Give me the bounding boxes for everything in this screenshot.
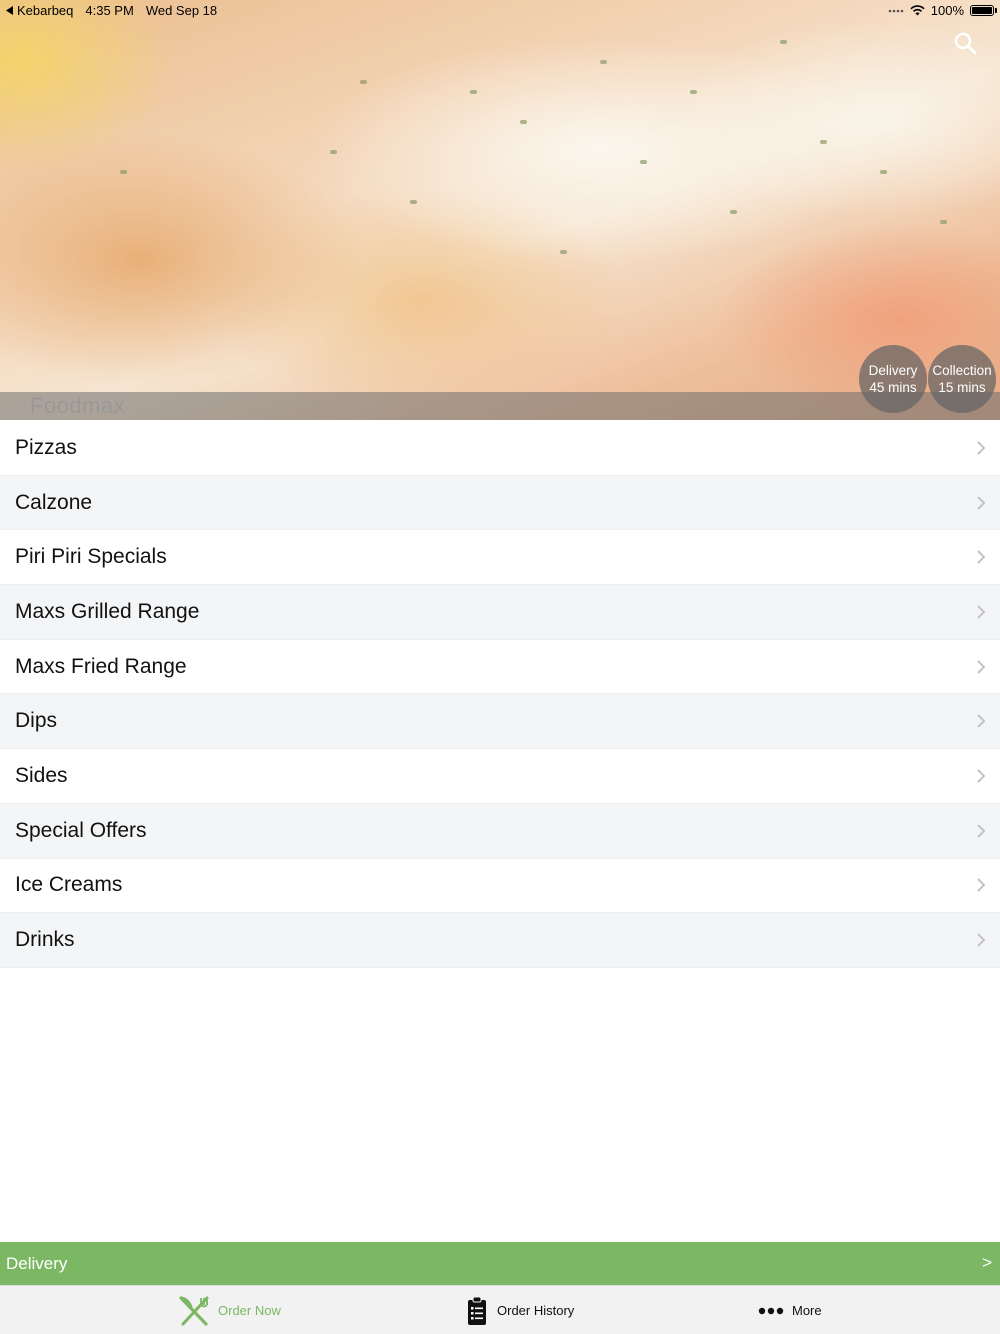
chevron-right-icon <box>977 933 986 947</box>
tab-order-history-label: Order History <box>497 1303 575 1318</box>
status-date: Wed Sep 18 <box>145 3 218 18</box>
chevron-right-icon <box>977 605 986 619</box>
delivery-mode-arrow: > <box>982 1253 992 1272</box>
menu-category-list: Pizzas Calzone Piri Piri Specials Maxs G… <box>0 421 1000 968</box>
menu-item-dips[interactable]: Dips <box>0 694 1000 750</box>
status-bar: Kebarbeq 4:35 PM Wed Sep 18 100% <box>0 0 1000 20</box>
collection-time-badge: Collection 15 mins <box>928 345 996 413</box>
fork-knife-icon <box>179 1295 209 1326</box>
menu-item-label: Pizzas <box>15 435 77 459</box>
menu-item-label: Dips <box>15 709 58 733</box>
search-icon[interactable] <box>952 30 978 56</box>
chevron-right-icon <box>977 769 986 783</box>
delivery-badge-label: Delivery <box>868 363 918 378</box>
menu-item-calzone[interactable]: Calzone <box>0 475 1000 531</box>
menu-item-piri-piri-specials[interactable]: Piri Piri Specials <box>0 530 1000 586</box>
menu-item-sides[interactable]: Sides <box>0 749 1000 804</box>
collection-badge-label: Collection <box>932 363 992 378</box>
menu-item-label: Maxs Fried Range <box>15 654 187 678</box>
tab-order-history[interactable]: Order History <box>465 1286 574 1334</box>
delivery-badge-time: 45 mins <box>869 380 917 395</box>
menu-item-maxs-fried-range[interactable]: Maxs Fried Range <box>0 639 1000 695</box>
signal-dots-icon <box>888 9 904 12</box>
delivery-mode-bar[interactable]: Delivery > <box>0 1242 1000 1285</box>
chevron-right-icon <box>977 441 986 455</box>
bottom-tab-bar: Order Now Order History More <box>0 1285 1000 1334</box>
back-app-label: Kebarbeq <box>17 3 74 18</box>
menu-item-label: Piri Piri Specials <box>15 545 167 569</box>
delivery-time-badge: Delivery 45 mins <box>859 345 927 413</box>
back-triangle-icon <box>6 6 13 15</box>
chevron-right-icon <box>977 714 986 728</box>
chevron-right-icon <box>977 823 986 838</box>
chevron-right-icon <box>977 659 986 674</box>
chevron-right-icon <box>977 878 986 893</box>
menu-item-pizzas[interactable]: Pizzas <box>0 421 1000 476</box>
store-name: Foodmax <box>30 393 126 418</box>
back-to-app-link[interactable]: Kebarbeq <box>6 3 73 18</box>
menu-item-label: Maxs Grilled Range <box>15 599 200 623</box>
tab-more-label: More <box>792 1303 822 1318</box>
menu-item-ice-creams[interactable]: Ice Creams <box>0 858 1000 914</box>
collection-badge-time: 15 mins <box>938 380 986 395</box>
hero-banner-image <box>0 0 1000 420</box>
delivery-mode-label: Delivery <box>6 1253 68 1273</box>
menu-item-label: Drinks <box>15 928 75 952</box>
app-screen: Kebarbeq 4:35 PM Wed Sep 18 100% Foodmax <box>0 0 1000 1334</box>
chevron-right-icon <box>977 550 986 564</box>
menu-item-label: Calzone <box>15 490 93 514</box>
wifi-icon <box>910 5 925 16</box>
chevron-right-icon <box>977 495 986 510</box>
clipboard-list-icon <box>468 1296 486 1325</box>
tab-more[interactable]: More <box>758 1286 822 1334</box>
menu-item-label: Sides <box>15 763 68 787</box>
menu-item-label: Ice Creams <box>15 873 123 897</box>
menu-item-special-offers[interactable]: Special Offers <box>0 803 1000 859</box>
menu-item-drinks[interactable]: Drinks <box>0 913 1000 968</box>
store-name-band <box>0 392 1000 420</box>
battery-percent: 100% <box>930 3 964 18</box>
status-time: 4:35 PM <box>85 3 134 18</box>
menu-item-label: Special Offers <box>15 818 147 842</box>
more-dots-icon <box>758 1307 784 1314</box>
tab-order-now[interactable]: Order Now <box>178 1286 281 1334</box>
menu-item-maxs-grilled-range[interactable]: Maxs Grilled Range <box>0 585 1000 640</box>
battery-icon <box>970 5 997 16</box>
tab-order-now-label: Order Now <box>218 1303 281 1318</box>
